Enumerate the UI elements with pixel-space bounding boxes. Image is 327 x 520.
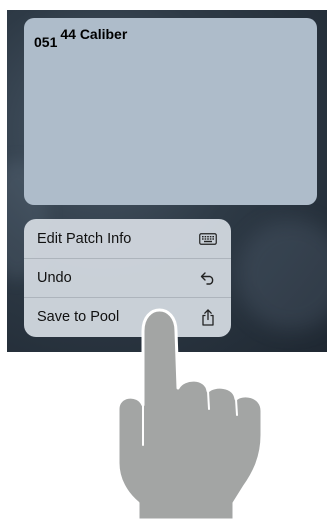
pointing-hand-icon <box>116 308 264 520</box>
menu-item-edit-patch-info[interactable]: Edit Patch Info <box>24 219 231 258</box>
menu-item-undo[interactable]: Undo <box>24 258 231 297</box>
keyboard-icon <box>199 230 217 248</box>
menu-item-label: Save to Pool <box>37 309 120 325</box>
patch-title: 051 44 Caliber <box>34 26 128 50</box>
menu-item-label: Edit Patch Info <box>37 230 132 247</box>
menu-item-label: Undo <box>37 270 72 286</box>
patch-name: 44 Caliber <box>60 26 128 42</box>
undo-arrow-icon <box>199 269 217 287</box>
patch-card[interactable]: 051 44 Caliber <box>24 18 317 205</box>
patch-number: 051 <box>34 34 58 50</box>
